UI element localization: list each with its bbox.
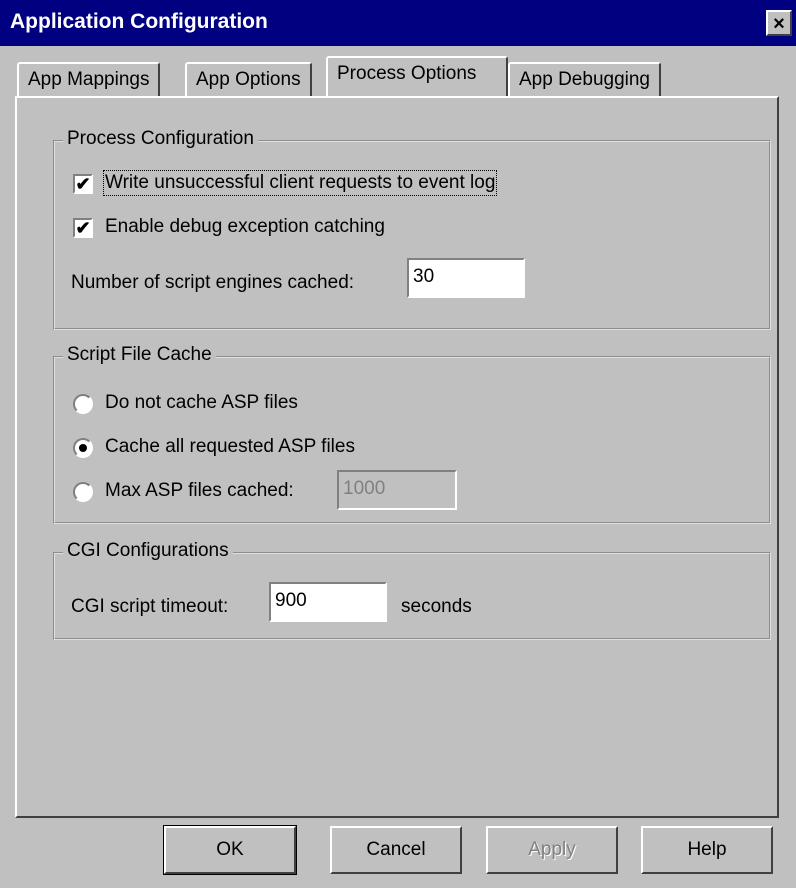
tab-label: App Options — [196, 69, 301, 90]
cgi-timeout-label: CGI script timeout: — [71, 596, 229, 617]
script-engines-label: Number of script engines cached: — [71, 272, 355, 293]
tab-label: App Debugging — [519, 69, 650, 90]
ok-button-label: OK — [216, 839, 244, 860]
window-title: Application Configuration — [10, 10, 268, 33]
cache-all-label[interactable]: Cache all requested ASP files — [105, 436, 355, 458]
help-button-label: Help — [687, 839, 727, 860]
write-log-checkbox[interactable]: ✔ — [73, 174, 93, 194]
cancel-button[interactable]: Cancel — [330, 826, 462, 874]
title-bar: Application Configuration × — [0, 0, 796, 46]
close-icon: × — [773, 13, 785, 35]
apply-button[interactable]: Apply — [486, 826, 618, 874]
cgi-timeout-unit: seconds — [401, 596, 472, 617]
tab-label: Process Options — [337, 63, 477, 84]
tab-process-options[interactable]: Process Options — [326, 56, 508, 96]
cache-all-radio[interactable] — [73, 438, 93, 458]
max-cache-input[interactable]: 1000 — [337, 470, 457, 510]
max-cache-label[interactable]: Max ASP files cached: — [105, 480, 294, 502]
tab-app-mappings[interactable]: App Mappings — [17, 62, 161, 96]
help-button[interactable]: Help — [641, 826, 773, 874]
no-cache-label[interactable]: Do not cache ASP files — [105, 392, 298, 414]
radio-selected-dot — [79, 444, 87, 452]
cgi-configurations-legend: CGI Configurations — [63, 540, 233, 562]
cancel-button-label: Cancel — [366, 839, 426, 860]
tab-app-debugging[interactable]: App Debugging — [508, 62, 661, 96]
tab-app-options[interactable]: App Options — [185, 62, 312, 96]
cgi-timeout-input[interactable]: 900 — [269, 582, 387, 622]
script-file-cache-legend: Script File Cache — [63, 344, 216, 366]
check-mark-icon: ✔ — [75, 174, 91, 194]
ok-button[interactable]: OK — [163, 825, 297, 875]
tab-panel: Process Configuration ✔ Write unsuccessf… — [15, 96, 779, 818]
script-engines-input[interactable]: 30 — [407, 258, 525, 298]
debug-exception-label[interactable]: Enable debug exception catching — [105, 216, 385, 238]
max-cache-radio[interactable] — [73, 482, 93, 502]
write-log-label[interactable]: Write unsuccessful client requests to ev… — [102, 170, 498, 196]
close-button[interactable]: × — [766, 10, 792, 36]
process-configuration-legend: Process Configuration — [63, 128, 258, 150]
no-cache-radio[interactable] — [73, 394, 93, 414]
check-mark-icon: ✔ — [75, 218, 91, 238]
tab-label: App Mappings — [28, 69, 150, 90]
apply-button-label: Apply — [528, 839, 576, 860]
debug-exception-checkbox[interactable]: ✔ — [73, 218, 93, 238]
